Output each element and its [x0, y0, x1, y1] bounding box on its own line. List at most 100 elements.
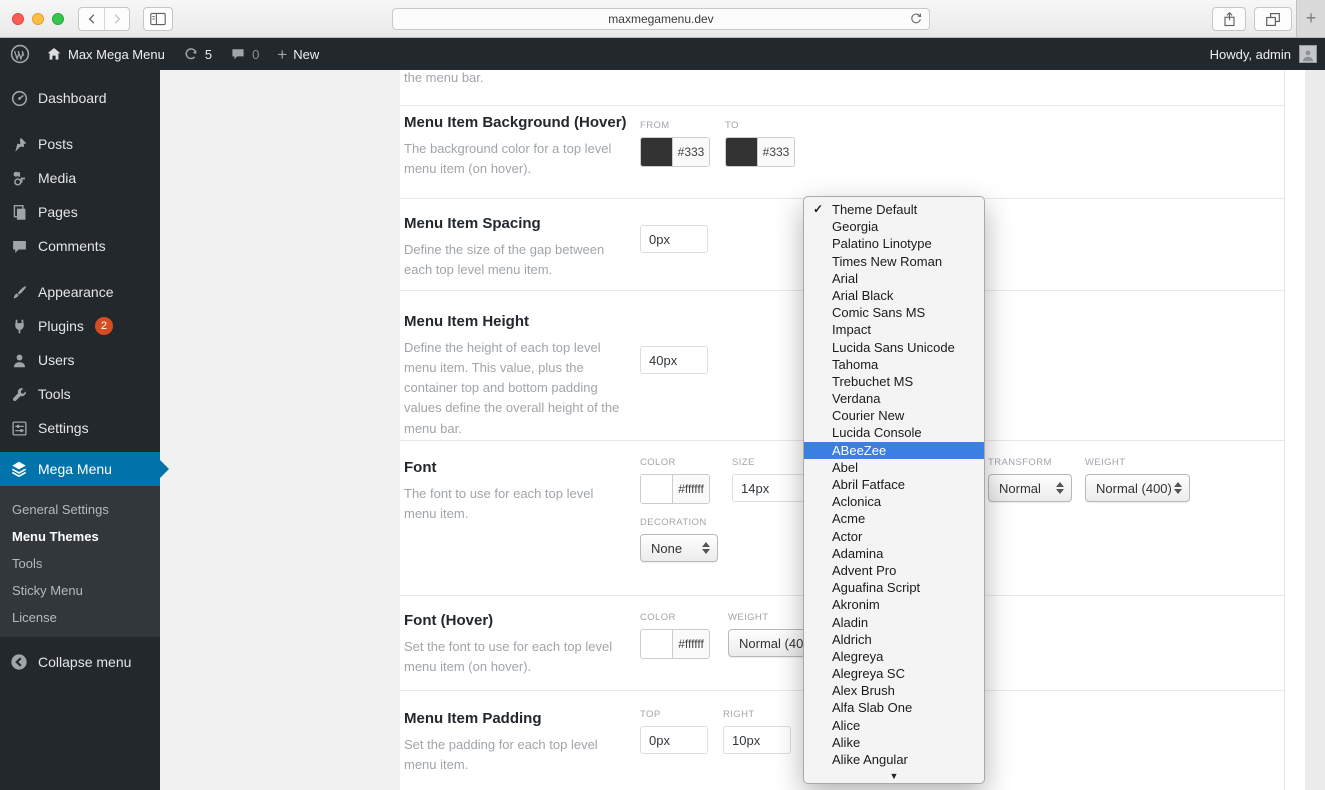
font-option[interactable]: Palatino Linotype: [804, 235, 984, 252]
font-option[interactable]: Verdana: [804, 390, 984, 407]
font-option[interactable]: Lucida Sans Unicode: [804, 339, 984, 356]
new-tab-button[interactable]: +: [1296, 0, 1325, 37]
setting-description: Set the font to use for each top level m…: [404, 637, 629, 677]
site-name-link[interactable]: Max Mega Menu: [46, 46, 165, 62]
font-option[interactable]: Aguafina Script: [804, 579, 984, 596]
sidebar-item-media[interactable]: Media: [0, 161, 160, 195]
font-option[interactable]: Trebuchet MS: [804, 373, 984, 390]
padding-top-input[interactable]: [640, 726, 708, 754]
font-option[interactable]: Tahoma: [804, 356, 984, 373]
reload-button[interactable]: [909, 12, 923, 26]
show-all-tabs-button[interactable]: [1254, 7, 1292, 31]
dropdown-scroll-down[interactable]: ▼: [805, 769, 983, 783]
font-option[interactable]: Adamina: [804, 545, 984, 562]
updates-count: 5: [205, 47, 212, 62]
font-option-label: Aguafina Script: [832, 580, 920, 595]
font-option[interactable]: Alex Brush: [804, 682, 984, 699]
font-option[interactable]: Arial Black: [804, 287, 984, 304]
close-window-button[interactable]: [12, 13, 24, 25]
submenu-item[interactable]: Sticky Menu: [0, 577, 160, 604]
sidebar-item-label: Settings: [38, 420, 89, 436]
sidebar-item-comments[interactable]: Comments: [0, 229, 160, 263]
font-option[interactable]: Aclonica: [804, 493, 984, 510]
font-option[interactable]: Alike: [804, 734, 984, 751]
font-option[interactable]: Aldrich: [804, 631, 984, 648]
font-option[interactable]: Times New Roman: [804, 253, 984, 270]
sidebar-item-label: Mega Menu: [38, 461, 112, 477]
submenu-item-label: Menu Themes: [12, 529, 99, 544]
font-option-label: Alfa Slab One: [832, 700, 912, 715]
font-option[interactable]: Acme: [804, 510, 984, 527]
font-option[interactable]: Advent Pro: [804, 562, 984, 579]
back-button[interactable]: [79, 8, 104, 30]
font-option-label: Advent Pro: [832, 563, 896, 578]
font-weight-select[interactable]: Normal (400): [1085, 474, 1190, 502]
submenu-item[interactable]: License: [0, 604, 160, 631]
new-content-link[interactable]: + New: [277, 46, 319, 63]
font-transform-select[interactable]: Normal: [988, 474, 1072, 502]
font-option-label: Impact: [832, 322, 871, 337]
font-option[interactable]: Georgia: [804, 218, 984, 235]
settings-sliders-icon: [9, 418, 29, 438]
submenu-item[interactable]: Tools: [0, 550, 160, 577]
color-swatch: [641, 630, 673, 658]
padding-right-input[interactable]: [723, 726, 791, 754]
font-option[interactable]: Abril Fatface: [804, 476, 984, 493]
font-option[interactable]: Comic Sans MS: [804, 304, 984, 321]
share-button[interactable]: [1212, 7, 1246, 31]
font-size-input[interactable]: [732, 474, 812, 502]
font-option[interactable]: Abel: [804, 459, 984, 476]
url-text: maxmegamenu.dev: [608, 12, 713, 26]
font-option[interactable]: Alegreya: [804, 648, 984, 665]
font-option[interactable]: ✓ Theme Default: [804, 201, 984, 218]
sidebar-item-tools[interactable]: Tools: [0, 377, 160, 411]
font-option[interactable]: Courier New: [804, 407, 984, 424]
sidebar-item-plugins[interactable]: Plugins 2: [0, 309, 160, 343]
selected-value: Normal (400): [1096, 481, 1172, 496]
sidebar-item-label: Users: [38, 352, 75, 368]
font-option[interactable]: Alfa Slab One: [804, 699, 984, 716]
sidebar-item-pages[interactable]: Pages: [0, 195, 160, 229]
sidebar-item-appearance[interactable]: Appearance: [0, 275, 160, 309]
font-hover-color-picker[interactable]: #ffffff: [640, 629, 710, 659]
avatar[interactable]: [1299, 45, 1317, 63]
menu-item-spacing-input[interactable]: [640, 225, 708, 253]
font-option-label: Courier New: [832, 408, 904, 423]
font-option[interactable]: Akronim: [804, 596, 984, 613]
font-option-label: Arial: [832, 271, 858, 286]
minimize-window-button[interactable]: [32, 13, 44, 25]
wp-logo-menu[interactable]: [10, 44, 30, 64]
address-bar[interactable]: maxmegamenu.dev: [392, 8, 930, 30]
font-option[interactable]: Impact: [804, 321, 984, 338]
page-scrollbar-track[interactable]: [1305, 70, 1325, 790]
sidebar-item-dashboard[interactable]: Dashboard: [0, 81, 160, 115]
forward-button[interactable]: [104, 8, 129, 30]
updates-link[interactable]: 5: [183, 46, 212, 62]
font-option[interactable]: Aladin: [804, 614, 984, 631]
font-decoration-select[interactable]: None: [640, 534, 718, 562]
submenu-item[interactable]: Menu Themes: [0, 523, 160, 550]
font-option[interactable]: Arial: [804, 270, 984, 287]
font-option[interactable]: Alegreya SC: [804, 665, 984, 682]
font-option[interactable]: Lucida Console: [804, 424, 984, 441]
sidebar-toggle-button[interactable]: [143, 7, 173, 31]
sidebar-item-posts[interactable]: Posts: [0, 127, 160, 161]
font-option[interactable]: Alike Angular: [804, 751, 984, 768]
comments-link[interactable]: 0: [230, 46, 259, 62]
font-option[interactable]: ABeeZee: [804, 442, 984, 459]
collapse-menu-button[interactable]: Collapse menu: [0, 645, 160, 679]
color-label: COLOR: [640, 612, 710, 623]
font-color-picker[interactable]: #ffffff: [640, 474, 710, 504]
sidebar-item-users[interactable]: Users: [0, 343, 160, 377]
background-hover-to-picker[interactable]: #333: [725, 137, 795, 167]
submenu-item[interactable]: General Settings: [0, 496, 160, 523]
font-option[interactable]: Actor: [804, 528, 984, 545]
size-label: SIZE: [732, 457, 812, 468]
sidebar-item-label: Comments: [38, 238, 106, 254]
menu-item-height-input[interactable]: [640, 346, 708, 374]
sidebar-item-mega-menu[interactable]: Mega Menu: [0, 452, 160, 486]
background-hover-from-picker[interactable]: #333: [640, 137, 710, 167]
zoom-window-button[interactable]: [52, 13, 64, 25]
sidebar-item-settings[interactable]: Settings: [0, 411, 160, 445]
font-option[interactable]: Alice: [804, 717, 984, 734]
